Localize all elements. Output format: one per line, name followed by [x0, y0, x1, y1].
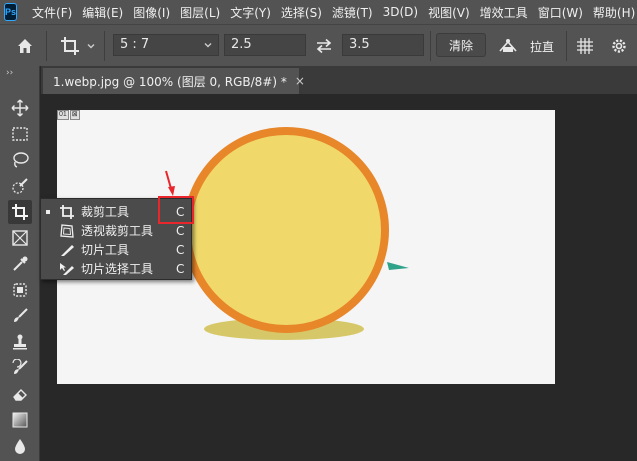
clone-stamp-tool-icon[interactable] [8, 330, 32, 354]
shortcut-highlight-box [158, 196, 194, 224]
menu-edit[interactable]: 编辑(E) [77, 4, 128, 21]
flyout-item-label: 裁剪工具 [81, 205, 130, 219]
collapse-panel-icon[interactable]: ›› [6, 68, 13, 78]
home-icon[interactable] [14, 35, 36, 57]
menu-window[interactable]: 窗口(W) [533, 4, 588, 21]
frame-tool-icon[interactable] [8, 226, 32, 250]
clear-button[interactable]: 清除 [436, 33, 486, 57]
slice-select-icon [59, 261, 75, 277]
ratio-select[interactable]: 5 : 7 [113, 34, 219, 56]
ratio-value: 5 : 7 [120, 37, 150, 52]
crop-tool-preset-picker[interactable] [58, 35, 98, 57]
chevron-down-icon [204, 43, 212, 48]
active-tool-indicator [46, 209, 50, 214]
width-input[interactable]: 2.5 [224, 34, 306, 56]
photoshop-logo-icon: Ps [4, 3, 18, 21]
options-bar: 5 : 7 2.5 3.5 清除 拉直 [0, 24, 637, 66]
gear-icon[interactable] [608, 35, 630, 57]
flyout-item-slice[interactable]: 切片工具 C [41, 240, 191, 259]
overlay-grid-icon[interactable] [574, 35, 596, 57]
brush-tool-icon[interactable] [8, 304, 32, 328]
menu-bar: Ps 文件(F) 编辑(E) 图像(I) 图层(L) 文字(Y) 选择(S) 滤… [0, 0, 637, 24]
straighten-icon[interactable] [496, 35, 520, 57]
flyout-item-label: 切片工具 [81, 243, 130, 257]
move-tool-icon[interactable] [8, 96, 32, 120]
menu-type[interactable]: 文字(Y) [225, 4, 276, 21]
history-brush-tool-icon[interactable] [8, 356, 32, 380]
width-value: 2.5 [231, 37, 252, 52]
menu-image[interactable]: 图像(I) [128, 4, 175, 21]
menu-layer[interactable]: 图层(L) [175, 4, 225, 21]
chevron-down-icon [87, 44, 95, 49]
menu-file[interactable]: 文件(F) [27, 4, 77, 21]
marquee-tool-icon[interactable] [8, 122, 32, 146]
gradient-tool-icon[interactable] [8, 408, 32, 432]
swap-dimensions-icon[interactable] [313, 35, 335, 57]
crop-tool-icon[interactable] [8, 200, 32, 224]
flyout-item-label: 透视裁剪工具 [81, 224, 154, 238]
document-tab-bar: 1.webp.jpg @ 100% (图层 0, RGB/8#) * × [41, 66, 637, 94]
flyout-item-shortcut: C [176, 261, 185, 276]
height-input[interactable]: 3.5 [342, 34, 424, 56]
menu-help[interactable]: 帮助(H) [588, 4, 637, 21]
blur-tool-icon[interactable] [8, 434, 32, 458]
flyout-item-shortcut: C [176, 223, 185, 238]
menu-3d[interactable]: 3D(D) [378, 5, 423, 19]
yellow-ball [183, 127, 389, 333]
straighten-button[interactable]: 拉直 [530, 38, 554, 55]
document-tab-title: 1.webp.jpg @ 100% (图层 0, RGB/8#) * [53, 74, 287, 89]
leaf-right [387, 262, 409, 270]
flyout-item-shortcut: C [176, 242, 185, 257]
eyedropper-tool-icon[interactable] [8, 252, 32, 276]
eraser-tool-icon[interactable] [8, 382, 32, 406]
flyout-item-slice-select[interactable]: 切片选择工具 C [41, 259, 191, 278]
quick-selection-tool-icon[interactable] [8, 174, 32, 198]
height-value: 3.5 [349, 37, 370, 52]
close-icon[interactable]: × [295, 74, 305, 88]
crop-icon [61, 37, 79, 55]
menu-plugins[interactable]: 增效工具 [475, 4, 533, 21]
tools-panel: ›› [0, 66, 40, 461]
red-arrow-icon [165, 170, 175, 196]
flyout-item-label: 切片选择工具 [81, 262, 154, 276]
document-tab[interactable]: 1.webp.jpg @ 100% (图层 0, RGB/8#) * × [43, 68, 305, 94]
menu-filter[interactable]: 滤镜(T) [327, 4, 378, 21]
menu-select[interactable]: 选择(S) [276, 4, 327, 21]
healing-brush-tool-icon[interactable] [8, 278, 32, 302]
perspective-crop-icon [59, 223, 75, 239]
menu-view[interactable]: 视图(V) [423, 4, 475, 21]
slice-icon [59, 242, 75, 258]
lasso-tool-icon[interactable] [8, 148, 32, 172]
crop-icon [59, 204, 75, 220]
